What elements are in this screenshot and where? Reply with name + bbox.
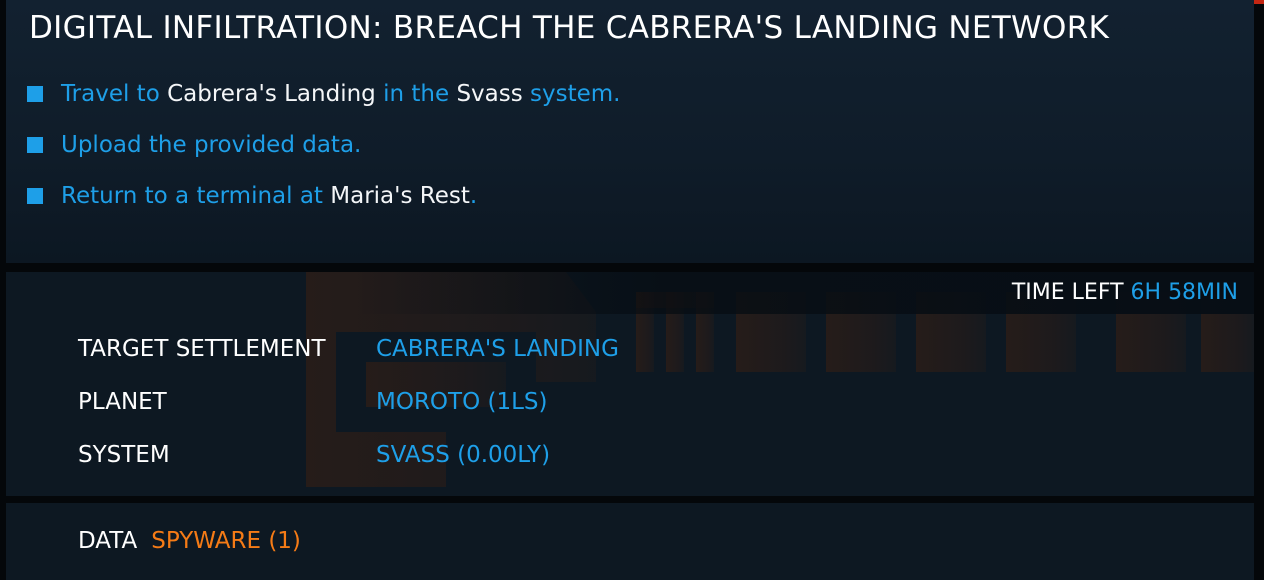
square-bullet-icon <box>27 85 43 102</box>
objective-text: . <box>469 182 478 209</box>
objective-item: Return to a terminal at Maria's Rest. <box>27 170 621 221</box>
target-settlement-value: CABRERA'S LANDING <box>376 336 619 362</box>
planet-label: PLANET <box>78 389 167 415</box>
cargo-label: DATA <box>78 528 138 554</box>
objective-list: Travel to Cabrera's Landing in the Svass… <box>27 68 621 221</box>
objective-location: Cabrera's Landing <box>167 80 376 107</box>
objective-text: in the <box>383 80 450 107</box>
planet-value: MOROTO (1LS) <box>376 389 548 415</box>
mission-title: DIGITAL INFILTRATION: BREACH THE CABRERA… <box>29 10 1110 46</box>
system-value: SVASS (0.00LY) <box>376 442 551 468</box>
objective-text: Travel to <box>61 80 160 107</box>
objective-text: Upload the provided data. <box>61 131 362 158</box>
mission-objectives-panel: DIGITAL INFILTRATION: BREACH THE CABRERA… <box>6 0 1254 263</box>
objective-system: Svass <box>456 80 523 107</box>
square-bullet-icon <box>27 187 43 204</box>
objective-text: system. <box>530 80 621 107</box>
mission-cargo-panel: DATA SPYWARE (1) <box>6 503 1254 580</box>
mission-target-panel: TIME LEFT 6H 58MIN TARGET SETTLEMENT CABR… <box>6 272 1254 496</box>
time-left: TIME LEFT 6H 58MIN <box>1012 280 1238 305</box>
objective-location: Maria's Rest <box>330 182 470 209</box>
mission-details-screen: DIGITAL INFILTRATION: BREACH THE CABRERA… <box>0 0 1264 580</box>
cargo-value: SPYWARE (1) <box>151 528 301 554</box>
time-left-label: TIME LEFT <box>1011 280 1124 305</box>
objective-text: Return to a terminal at <box>61 182 323 209</box>
objective-item: Travel to Cabrera's Landing in the Svass… <box>27 68 621 119</box>
square-bullet-icon <box>27 136 43 153</box>
system-label: SYSTEM <box>78 442 170 468</box>
target-settlement-label: TARGET SETTLEMENT <box>78 336 326 362</box>
cargo-row: DATA SPYWARE (1) <box>78 528 301 554</box>
objective-item: Upload the provided data. <box>27 119 621 170</box>
time-left-value: 6H 58MIN <box>1130 280 1238 305</box>
